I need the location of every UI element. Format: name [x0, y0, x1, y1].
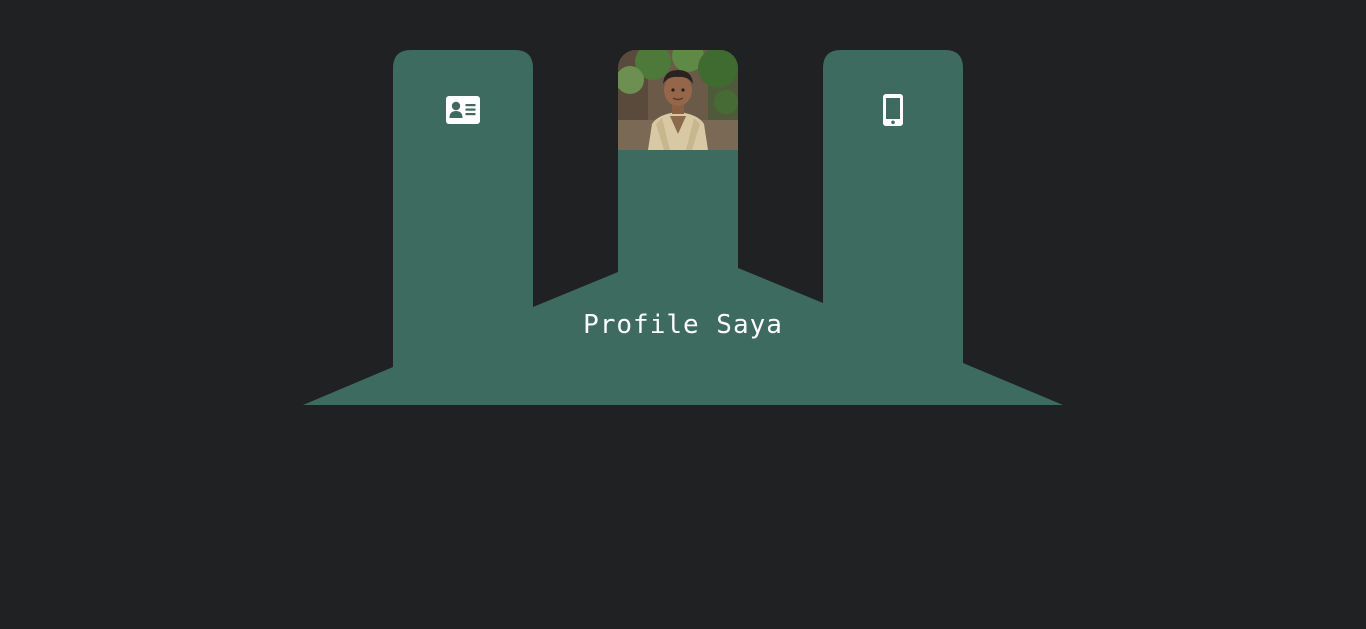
- profile-banner: Profile Saya: [0, 0, 1366, 629]
- id-card-icon: [446, 96, 480, 124]
- page-title: Profile Saya: [583, 310, 783, 340]
- contact-card-tab[interactable]: [393, 50, 533, 170]
- mobile-phone-icon: [883, 94, 903, 126]
- profile-photo[interactable]: [618, 50, 738, 150]
- phone-contact-tab[interactable]: [823, 50, 963, 170]
